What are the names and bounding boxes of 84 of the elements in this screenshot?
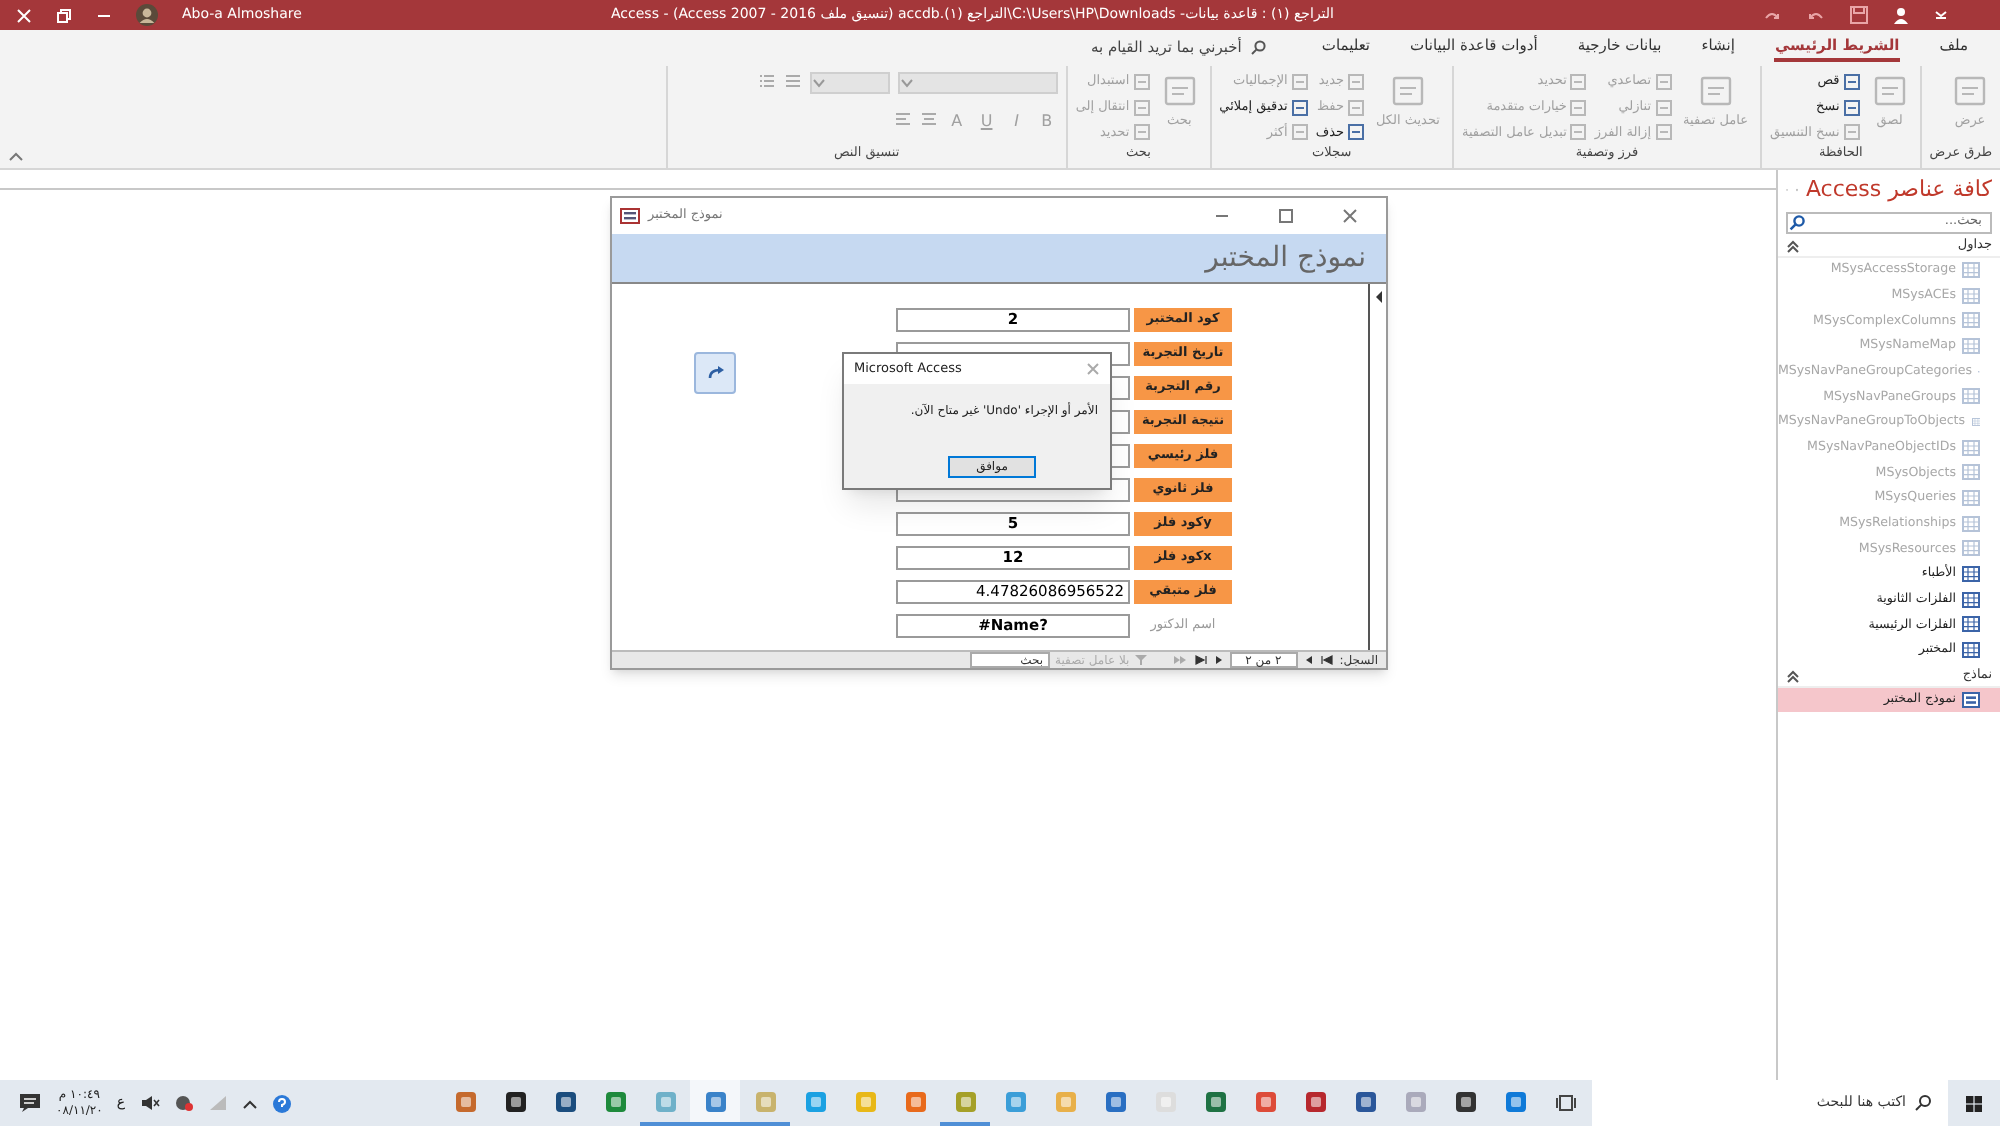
form-icon xyxy=(1962,691,1980,708)
collapse-icon xyxy=(1786,239,1800,253)
previous-record-icon[interactable] xyxy=(1303,654,1314,666)
app-icon xyxy=(1353,1089,1377,1113)
document-icon xyxy=(1570,73,1587,90)
redo-button[interactable] xyxy=(694,352,736,394)
app-icon xyxy=(1303,1089,1327,1113)
document-icon xyxy=(1291,124,1308,141)
collapse-icon xyxy=(1786,669,1800,683)
document-icon xyxy=(1871,72,1908,108)
document-icon xyxy=(1952,72,1988,108)
document-icon xyxy=(1655,124,1672,141)
app-icon xyxy=(1503,1089,1527,1113)
document-icon xyxy=(1348,73,1364,90)
app-icon xyxy=(953,1089,977,1113)
list-icon xyxy=(783,72,802,90)
document-icon xyxy=(1291,73,1308,90)
list-icon xyxy=(757,72,776,90)
document-icon xyxy=(1570,124,1587,141)
first-record-icon[interactable] xyxy=(1319,654,1334,666)
app-icon xyxy=(1203,1089,1227,1113)
app-icon xyxy=(653,1089,677,1113)
notification-icon[interactable] xyxy=(18,1092,42,1114)
undo-icon[interactable] xyxy=(1806,7,1826,23)
windows-start-icon[interactable] xyxy=(1964,1093,1984,1113)
app-icon xyxy=(903,1089,927,1113)
collapse-icon[interactable] xyxy=(8,150,24,162)
app-icon xyxy=(853,1089,877,1113)
touch-mode-icon[interactable] xyxy=(1892,6,1910,24)
document-icon xyxy=(1655,73,1672,90)
network-icon[interactable] xyxy=(173,1094,194,1112)
app-icon xyxy=(1003,1089,1027,1113)
document-icon xyxy=(1133,99,1150,116)
document-icon xyxy=(1655,99,1672,116)
app-icon xyxy=(1103,1089,1127,1113)
document-icon xyxy=(1843,124,1860,141)
last-record-icon[interactable] xyxy=(1193,654,1208,666)
app-icon xyxy=(453,1089,477,1113)
app-icon xyxy=(1053,1089,1077,1113)
filter-icon xyxy=(1133,654,1148,666)
app-icon xyxy=(1453,1089,1477,1113)
document-icon xyxy=(1133,73,1150,90)
avatar-icon[interactable] xyxy=(136,4,158,26)
restore-icon[interactable] xyxy=(56,7,72,23)
document-icon xyxy=(1843,73,1860,90)
align-center-icon xyxy=(919,110,938,128)
close-icon[interactable] xyxy=(1342,208,1358,224)
document-icon xyxy=(1291,99,1308,116)
search-icon[interactable] xyxy=(1788,213,1806,231)
document-icon xyxy=(1390,72,1426,108)
app-icon xyxy=(503,1089,527,1113)
app-icon xyxy=(553,1089,577,1113)
app-icon xyxy=(803,1089,827,1113)
form-title: نموذج المختبر xyxy=(1205,239,1366,277)
task-view-icon[interactable] xyxy=(1556,1094,1576,1112)
document-icon xyxy=(1697,72,1734,108)
document-icon xyxy=(1348,124,1364,141)
document-icon xyxy=(1348,99,1364,116)
volume-muted-icon[interactable] xyxy=(139,1094,160,1112)
pane-title[interactable]: كافة عناصر Access xyxy=(1805,174,1992,207)
redo-icon xyxy=(705,364,725,382)
form-icon xyxy=(620,208,640,224)
document-icon xyxy=(1843,99,1860,116)
align-left-icon xyxy=(893,110,912,128)
help-icon[interactable] xyxy=(271,1093,292,1113)
redo-icon[interactable] xyxy=(1762,7,1782,23)
caret-icon xyxy=(811,78,826,88)
chevron-up-icon[interactable] xyxy=(241,1097,258,1109)
search-icon xyxy=(1249,40,1266,56)
app-icon xyxy=(1403,1089,1427,1113)
record-selector-icon[interactable] xyxy=(1374,290,1384,304)
save-icon[interactable] xyxy=(1850,6,1868,24)
next-record-icon[interactable] xyxy=(1213,654,1224,666)
document-icon xyxy=(1570,99,1587,116)
document-icon xyxy=(1161,72,1198,108)
customize-icon[interactable] xyxy=(1934,8,1948,22)
search-icon xyxy=(1914,1094,1932,1112)
caret-icon xyxy=(899,78,914,88)
app-icon xyxy=(603,1089,627,1113)
app-icon xyxy=(703,1089,727,1113)
app-icon xyxy=(753,1089,777,1113)
document-icon xyxy=(1133,124,1150,141)
maximize-icon[interactable] xyxy=(1278,208,1294,224)
app-icon xyxy=(1253,1089,1277,1113)
